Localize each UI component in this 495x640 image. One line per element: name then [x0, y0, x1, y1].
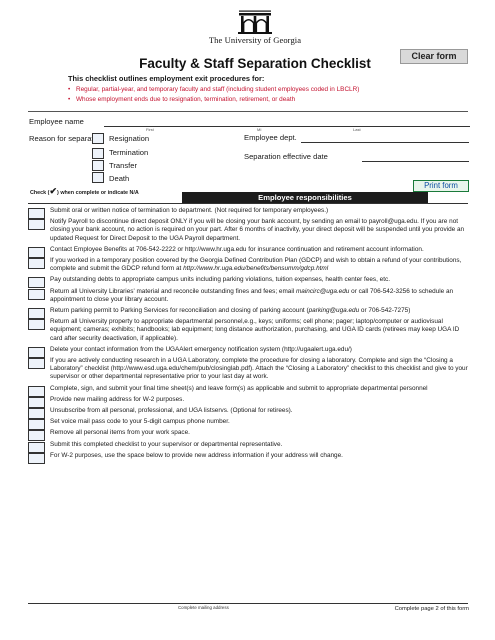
item-text: Provide new mailing address for W-2 purp…: [50, 395, 185, 403]
item-text: Return all University Libraries' materia…: [50, 287, 296, 295]
employee-name-label: Employee name: [29, 117, 84, 126]
death-label: Death: [109, 174, 130, 183]
termination-checkbox[interactable]: [92, 148, 104, 159]
page-note: Complete page 2 of this form: [394, 606, 469, 612]
page-title: Faculty & Staff Separation Checklist: [139, 56, 371, 71]
print-form-button[interactable]: Print form: [413, 180, 469, 192]
item-text: Submit oral or written notice of termina…: [50, 207, 329, 214]
item-checkbox[interactable]: [28, 219, 45, 231]
checklist-item: Remove all personal items from your work…: [28, 429, 470, 442]
checklist-item: Contact Employee Benefits at 706-542-222…: [28, 245, 470, 258]
checklist-item: Provide new mailing address for W-2 purp…: [28, 395, 470, 408]
checklist-item: Return parking permit to Parking Service…: [28, 307, 470, 320]
mailing-address-label: Complete mailing address: [178, 605, 229, 610]
check-suffix: ) when complete or indicate N/A: [57, 190, 139, 196]
dept-label: Employee dept.: [244, 133, 297, 142]
death-checkbox[interactable]: [92, 172, 104, 183]
checklist-item: Notify Payroll to discontinue direct dep…: [28, 218, 470, 246]
separation-date-label: Separation effective date: [244, 152, 328, 161]
item-checkbox[interactable]: [28, 319, 45, 331]
item-link-text[interactable]: http://www.hr.uga.edu/benefits/bensumm/g…: [183, 265, 328, 272]
item-link-text[interactable]: parking@uga.edu: [309, 307, 360, 314]
item-checkbox[interactable]: [28, 452, 45, 464]
item-link-text[interactable]: maincirc@uga.edu: [296, 288, 349, 295]
checklist-item: If you are actively conducting research …: [28, 357, 470, 385]
item-text: Delete your contact information from the…: [50, 345, 352, 353]
item-checkbox[interactable]: [28, 288, 45, 300]
item-text: Submit this completed checklist to your …: [50, 440, 283, 448]
mi-sublabel: MI: [257, 127, 262, 132]
checklist-item: Complete, sign, and submit your final ti…: [28, 384, 470, 397]
item-checkbox[interactable]: [28, 258, 45, 270]
transfer-label: Transfer: [109, 161, 137, 170]
university-name: The University of Georgia: [208, 35, 302, 45]
resignation-label: Resignation: [109, 134, 150, 143]
item-text: Contact Employee Benefits at 706-542-222…: [50, 245, 424, 253]
check-prefix: Check (: [30, 190, 50, 196]
item-text: Return parking permit to Parking Service…: [50, 307, 309, 315]
divider: [28, 203, 468, 204]
item-text: Remove all personal items from your work…: [50, 429, 190, 437]
checklist-item: If you worked in a temporary position co…: [28, 257, 470, 276]
termination-label: Termination: [109, 148, 149, 157]
employee-name-field[interactable]: [104, 126, 470, 127]
intro-text: This checklist outlines employment exit …: [68, 74, 265, 83]
item-text-tail: or 706-542-7275): [359, 307, 411, 315]
check-instruction: Check (✔) when complete or indicate N/A: [30, 186, 139, 197]
scope-item: Regular, partial-year, and temporary fac…: [68, 85, 488, 95]
scope-list: Regular, partial-year, and temporary fac…: [68, 85, 488, 105]
divider: [28, 111, 468, 112]
item-text: Pay outstanding debts to appropriate cam…: [50, 276, 390, 284]
arch-icon: [238, 10, 272, 34]
checklist-item: Submit this completed checklist to your …: [28, 440, 470, 453]
transfer-checkbox[interactable]: [92, 160, 104, 171]
checklist-item: Unsubscribe from all personal, professio…: [28, 407, 470, 420]
checklist-item: Submit oral or written notice of termina…: [28, 207, 470, 219]
checklist-item: For W-2 purposes, use the space below to…: [28, 451, 470, 464]
item-text: Notify Payroll to discontinue direct dep…: [50, 218, 465, 242]
item-text: Unsubscribe from all personal, professio…: [50, 407, 293, 415]
dept-field[interactable]: [301, 142, 469, 143]
scope-item: Whose employment ends due to resignation…: [68, 95, 488, 105]
clear-form-button[interactable]: Clear form: [400, 49, 468, 64]
checklist-item: Return all University property to approp…: [28, 318, 470, 346]
checkmark-icon: ✔: [49, 186, 58, 196]
item-text: Complete, sign, and submit your final ti…: [50, 384, 428, 392]
item-text: Set voice mail pass code to your 5-digit…: [50, 418, 230, 426]
item-text: If you are actively conducting research …: [50, 357, 468, 381]
separation-date-field[interactable]: [362, 161, 469, 162]
first-sublabel: First: [146, 127, 154, 132]
checklist-item: Pay outstanding debts to appropriate cam…: [28, 276, 470, 289]
checklist-item: Delete your contact information from the…: [28, 345, 470, 358]
last-sublabel: Last: [353, 127, 361, 132]
item-text: For W-2 purposes, use the space below to…: [50, 451, 343, 459]
item-checkbox[interactable]: [28, 358, 45, 370]
resignation-checkbox[interactable]: [92, 133, 104, 144]
mailing-address-field[interactable]: [28, 603, 468, 604]
item-text: Return all University property to approp…: [50, 318, 460, 342]
checklist-item: Return all University Libraries' materia…: [28, 288, 470, 307]
checklist-item: Set voice mail pass code to your 5-digit…: [28, 418, 470, 431]
university-logo: The University of Georgia: [200, 10, 310, 46]
checklist: Submit oral or written notice of termina…: [28, 207, 470, 464]
